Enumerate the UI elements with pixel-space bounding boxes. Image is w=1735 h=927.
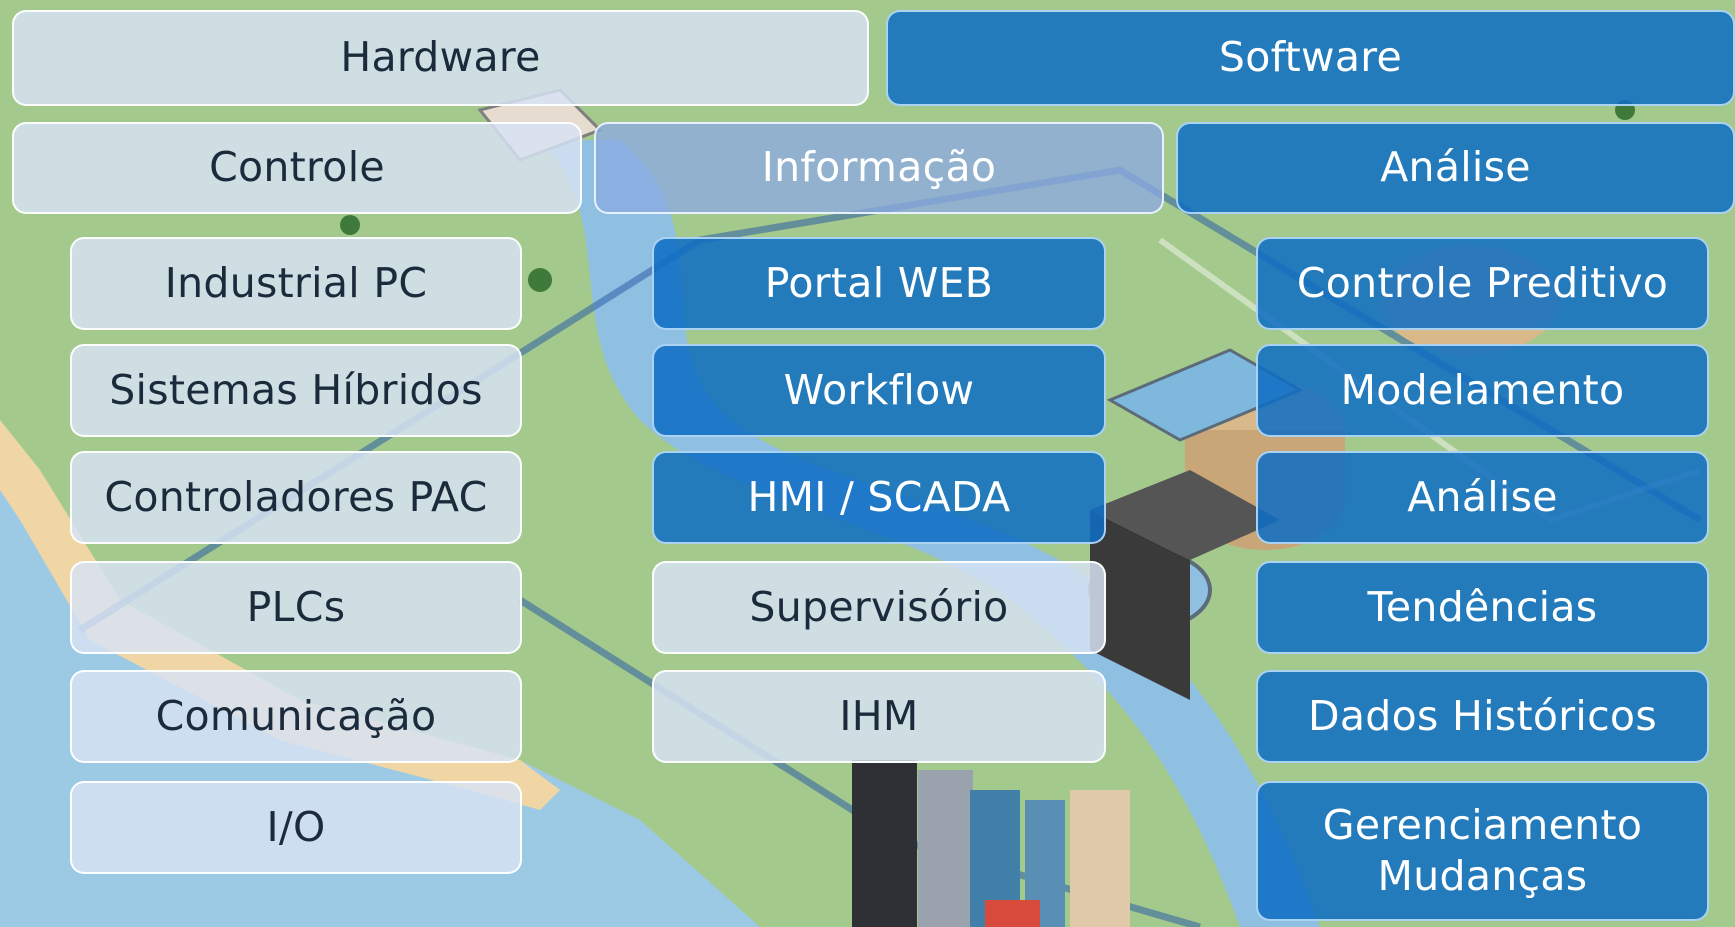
mudancas-label: Mudanças — [1377, 852, 1588, 900]
industrial-pc-box[interactable]: Industrial PC — [70, 237, 522, 330]
informacao-box[interactable]: Informação — [594, 122, 1164, 214]
io-box[interactable]: I/O — [70, 781, 522, 874]
tendencias-box[interactable]: Tendências — [1256, 561, 1709, 654]
controladores-pac-box[interactable]: Controladores PAC — [70, 451, 522, 544]
gerenciamento-mudancas-box[interactable]: Gerenciamento Mudanças — [1256, 781, 1709, 921]
dados-historicos-box[interactable]: Dados Históricos — [1256, 670, 1709, 763]
software-box[interactable]: Software — [886, 10, 1735, 106]
controle-box[interactable]: Controle — [12, 122, 582, 214]
hmi-scada-box[interactable]: HMI / SCADA — [652, 451, 1106, 544]
sistemas-hibridos-box[interactable]: Sistemas Híbridos — [70, 344, 522, 437]
hardware-box[interactable]: Hardware — [12, 10, 869, 106]
gerenciamento-label: Gerenciamento — [1322, 800, 1643, 849]
analise-category-box[interactable]: Análise — [1176, 122, 1735, 214]
controle-preditivo-box[interactable]: Controle Preditivo — [1256, 237, 1709, 330]
ihm-box[interactable]: IHM — [652, 670, 1106, 763]
supervisorio-box[interactable]: Supervisório — [652, 561, 1106, 654]
workflow-box[interactable]: Workflow — [652, 344, 1106, 437]
analise-box[interactable]: Análise — [1256, 451, 1709, 544]
portal-web-box[interactable]: Portal WEB — [652, 237, 1106, 330]
comunicacao-box[interactable]: Comunicação — [70, 670, 522, 763]
plcs-box[interactable]: PLCs — [70, 561, 522, 654]
modelamento-box[interactable]: Modelamento — [1256, 344, 1709, 437]
